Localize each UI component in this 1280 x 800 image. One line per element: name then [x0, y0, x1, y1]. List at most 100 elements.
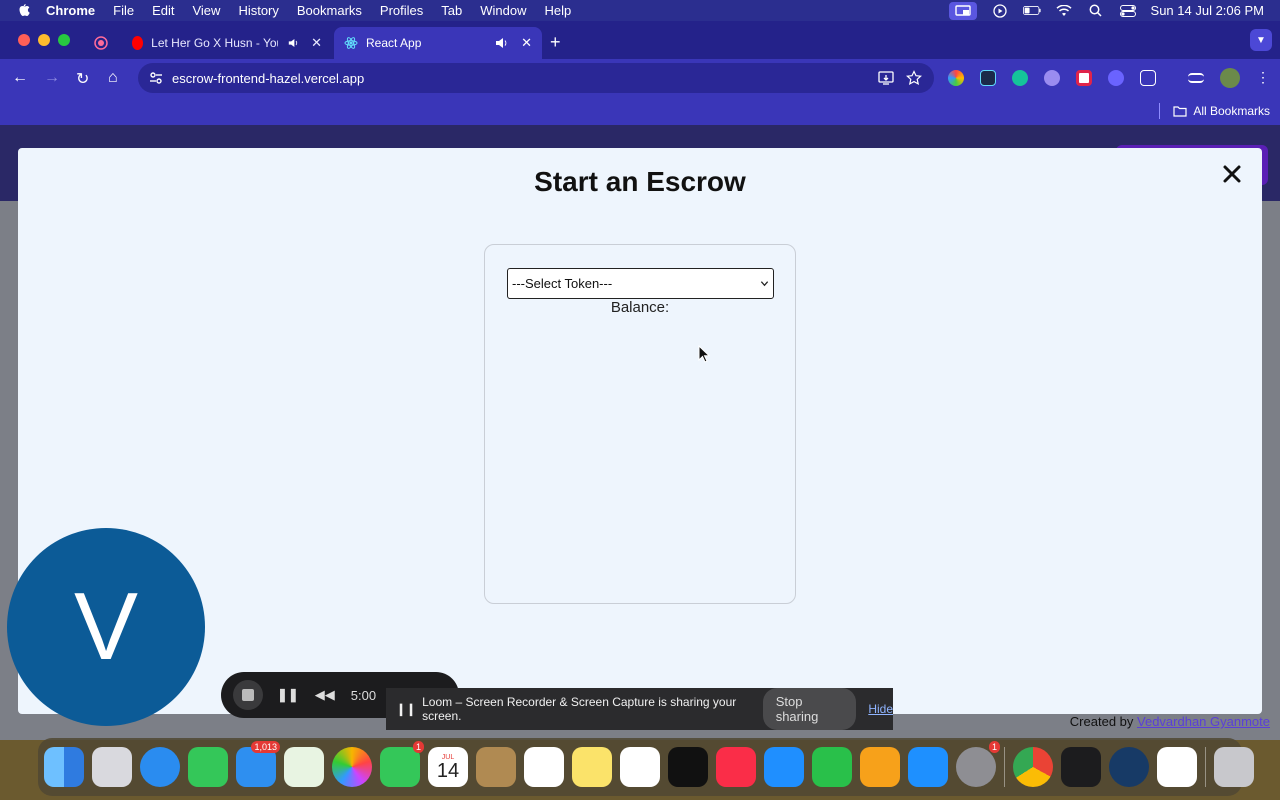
reload-icon[interactable]: ↻ — [76, 69, 89, 89]
close-tab-icon[interactable]: ✕ — [521, 35, 532, 51]
address-bar[interactable]: escrow-frontend-hazel.vercel.app — [138, 63, 934, 93]
terminal-icon[interactable] — [1061, 747, 1101, 787]
menu-help[interactable]: Help — [545, 3, 572, 18]
settings-badge: 1 — [988, 741, 1000, 753]
grammarly-icon[interactable] — [1012, 70, 1028, 86]
stop-sharing-button[interactable]: Stop sharing — [762, 688, 857, 730]
messages-icon[interactable] — [188, 747, 228, 787]
wifi-icon[interactable] — [1055, 4, 1073, 18]
extension-gear-icon[interactable] — [1108, 70, 1124, 86]
app-store-icon[interactable] — [908, 747, 948, 787]
close-window-button[interactable] — [18, 34, 30, 46]
close-icon[interactable] — [1220, 162, 1244, 186]
tab-youtube[interactable]: Let Her Go X Husn - YouTube ✕ — [122, 27, 332, 59]
contacts-icon[interactable] — [476, 747, 516, 787]
bookmarks-divider — [1159, 103, 1160, 119]
react-devtools-icon[interactable] — [980, 70, 996, 86]
created-by-text: Created by — [1069, 714, 1134, 729]
tab-react-app[interactable]: React App ✕ — [334, 27, 542, 59]
menu-tab[interactable]: Tab — [441, 3, 462, 18]
menu-history[interactable]: History — [238, 3, 278, 18]
tab-react-app-title: React App — [366, 36, 422, 50]
token-select[interactable]: ---Select Token--- — [507, 268, 774, 299]
menu-window[interactable]: Window — [480, 3, 526, 18]
mouse-cursor-icon — [698, 345, 710, 363]
author-link[interactable]: Vedvardhan Gyanmote — [1137, 714, 1270, 729]
play-icon[interactable] — [991, 3, 1009, 18]
extension-color-icon[interactable] — [948, 70, 964, 86]
menu-bar: Chrome File Edit View History Bookmarks … — [0, 0, 1280, 21]
chevron-down-icon — [760, 281, 769, 287]
facetime-badge: 1 — [412, 741, 424, 753]
youtube-icon — [132, 36, 144, 50]
trash-icon[interactable] — [1214, 747, 1254, 787]
menu-view[interactable]: View — [192, 3, 220, 18]
back-icon[interactable]: ← — [12, 69, 28, 87]
media-controls-icon[interactable] — [1188, 73, 1204, 83]
minimize-window-button[interactable] — [38, 34, 50, 46]
mail-badge: 1,013 — [251, 741, 280, 753]
hide-button[interactable]: Hide — [868, 702, 893, 716]
close-tab-icon[interactable]: ✕ — [311, 35, 322, 51]
menu-app-chrome[interactable]: Chrome — [46, 3, 95, 18]
photos-icon[interactable] — [332, 747, 372, 787]
menu-edit[interactable]: Edit — [152, 3, 174, 18]
apple-tv-icon[interactable] — [668, 747, 708, 787]
extension-cloud-icon[interactable] — [1044, 70, 1060, 86]
control-center-icon[interactable] — [1119, 4, 1137, 18]
numbers-icon[interactable] — [812, 747, 852, 787]
rewind-icon[interactable]: ◀◀ — [315, 687, 335, 703]
calendar-icon[interactable]: JUL 14 — [428, 747, 468, 787]
url-text[interactable]: escrow-frontend-hazel.vercel.app — [172, 71, 878, 86]
home-icon[interactable]: ⌂ — [108, 69, 118, 87]
pocket-icon[interactable] — [1076, 70, 1092, 86]
system-settings-icon[interactable]: 1 — [956, 741, 1000, 787]
speaker-icon[interactable] — [495, 37, 509, 49]
dock: 1,013 1 JUL 14 1 — [38, 738, 1254, 796]
loom-camera-bubble[interactable]: V — [7, 528, 205, 726]
battery-icon[interactable] — [1022, 4, 1041, 18]
token-select-value: ---Select Token--- — [512, 276, 613, 291]
music-icon[interactable] — [716, 747, 756, 787]
maps-icon[interactable] — [284, 747, 324, 787]
modal-title: Start an Escrow — [534, 166, 746, 197]
sharing-message: Loom – Screen Recorder & Screen Capture … — [422, 695, 737, 723]
extensions-puzzle-icon[interactable] — [1140, 70, 1156, 86]
all-bookmarks-button[interactable]: All Bookmarks — [1173, 104, 1270, 118]
menu-profiles[interactable]: Profiles — [380, 3, 423, 18]
pages-icon[interactable] — [860, 747, 900, 787]
safari-icon[interactable] — [140, 747, 180, 787]
forward-icon[interactable]: → — [44, 69, 60, 87]
freeform-icon[interactable] — [620, 747, 660, 787]
vscode-icon[interactable] — [1157, 747, 1197, 787]
chrome-icon[interactable] — [1013, 747, 1053, 787]
profile-avatar[interactable] — [1220, 68, 1240, 88]
menubar-clock[interactable]: Sun 14 Jul 2:06 PM — [1151, 3, 1264, 18]
bookmark-star-icon[interactable] — [906, 70, 922, 86]
screen-mirroring-icon[interactable] — [948, 1, 977, 20]
finder-icon[interactable] — [44, 747, 84, 787]
tab-recording[interactable] — [84, 27, 120, 59]
keynote-icon[interactable] — [764, 747, 804, 787]
zoom-window-button[interactable] — [58, 34, 70, 46]
loom-stop-button[interactable] — [233, 680, 263, 710]
notes-icon[interactable] — [572, 747, 612, 787]
apple-icon[interactable] — [16, 3, 32, 19]
launchpad-icon[interactable] — [92, 747, 132, 787]
chrome-menu-icon[interactable]: ⋮ — [1256, 69, 1270, 86]
search-icon[interactable] — [1087, 4, 1105, 18]
tab-search-button[interactable]: ▼ — [1250, 29, 1272, 51]
folder-icon — [1173, 106, 1187, 117]
menu-file[interactable]: File — [113, 3, 134, 18]
speaker-icon[interactable] — [288, 37, 299, 49]
mail-icon[interactable]: 1,013 — [236, 741, 280, 787]
pause-icon[interactable]: ❚❚ — [277, 687, 299, 703]
install-app-icon[interactable] — [878, 70, 894, 86]
site-info-icon[interactable] — [148, 70, 164, 86]
new-tab-button[interactable]: + — [550, 32, 561, 53]
reminders-icon[interactable] — [524, 747, 564, 787]
steam-icon[interactable] — [1109, 747, 1149, 787]
menu-bookmarks[interactable]: Bookmarks — [297, 3, 362, 18]
dock-divider — [1004, 747, 1005, 787]
facetime-icon[interactable]: 1 — [380, 741, 424, 787]
